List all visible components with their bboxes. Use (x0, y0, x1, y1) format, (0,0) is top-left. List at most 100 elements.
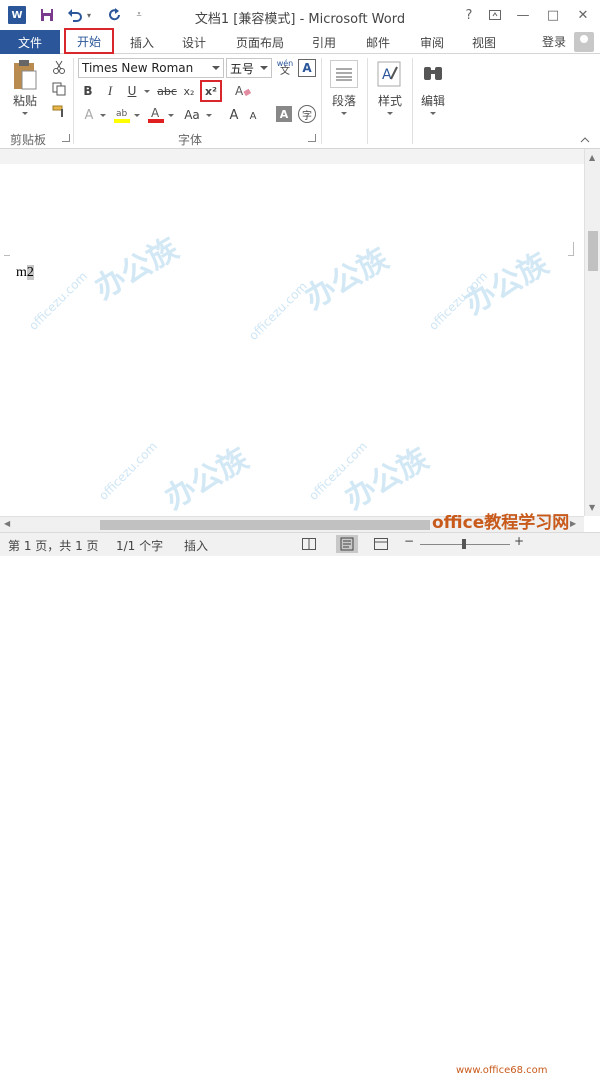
horizontal-scroll-thumb[interactable] (100, 520, 430, 530)
margin-corner-marker (568, 242, 574, 256)
text-effects-dropdown-icon[interactable] (100, 114, 106, 117)
site-watermark-name: office教程学习网 (432, 513, 570, 533)
undo-dropdown-icon[interactable]: ▾ (84, 6, 94, 24)
tab-references[interactable]: 引用 (304, 30, 344, 54)
paste-button-label[interactable]: 粘贴 (10, 92, 40, 108)
status-bar: 第 1 页，共 1 页 1/1 个字 插入 − + www.office68.c… (0, 532, 600, 1076)
word-app-icon[interactable]: W (8, 6, 26, 24)
help-button[interactable]: ? (458, 4, 480, 26)
ribbon-tab-bar: 文件 开始 插入 设计 页面布局 引用 邮件 审阅 视图 登录 (0, 28, 600, 54)
text-highlight-icon[interactable]: ab (112, 104, 132, 124)
close-button[interactable]: ✕ (572, 4, 594, 26)
format-painter-icon[interactable] (50, 102, 68, 120)
undo-icon[interactable] (66, 6, 84, 24)
highlight-dropdown-icon[interactable] (134, 114, 140, 117)
tab-page-layout[interactable]: 页面布局 (228, 30, 292, 54)
customize-qat-icon[interactable]: ⩡ (132, 6, 146, 24)
minimize-button[interactable]: — (512, 4, 534, 26)
clipboard-launcher-icon[interactable] (62, 134, 70, 142)
svg-text:ab: ab (116, 109, 128, 119)
copy-icon[interactable] (50, 80, 68, 98)
zoom-slider-thumb[interactable] (462, 539, 466, 549)
editing-dropdown-icon[interactable] (430, 112, 436, 115)
print-layout-icon[interactable] (336, 535, 358, 553)
tab-home[interactable]: 开始 (64, 28, 114, 54)
paragraph-dropdown-icon[interactable] (341, 112, 347, 115)
superscript-button[interactable]: x² (200, 80, 222, 102)
watermark-url: officezu.com (246, 279, 311, 343)
paragraph-icon[interactable] (330, 60, 358, 88)
chevron-down-icon (260, 66, 268, 70)
styles-dropdown-icon[interactable] (387, 112, 393, 115)
tab-insert[interactable]: 插入 (122, 30, 162, 54)
redo-icon[interactable] (106, 6, 124, 24)
document-canvas[interactable]: m2 办公族 officezu.com 办公族 officezu.com 办公族… (0, 164, 584, 517)
subscript-button[interactable]: x₂ (180, 82, 198, 100)
chevron-down-icon (212, 66, 220, 70)
character-shading-icon[interactable]: A (276, 106, 292, 122)
tab-file[interactable]: 文件 (0, 30, 60, 54)
styles-icon[interactable]: A (376, 60, 402, 88)
character-border-icon[interactable]: A (298, 59, 316, 77)
tab-mailings[interactable]: 邮件 (358, 30, 398, 54)
underline-button[interactable]: U (124, 82, 140, 100)
avatar[interactable] (574, 32, 594, 52)
insert-mode-status[interactable]: 插入 (184, 537, 208, 554)
vertical-scrollbar[interactable]: ▲ ▼ (584, 149, 600, 516)
enclose-characters-icon[interactable]: 字 (298, 105, 316, 123)
font-name-combo[interactable]: Times New Roman (78, 58, 224, 78)
paste-icon[interactable] (10, 58, 40, 92)
paragraph-button[interactable]: 段落 (326, 92, 362, 108)
scroll-left-icon[interactable]: ◀ (4, 519, 10, 528)
document-text-normal: m (16, 265, 27, 280)
clear-formatting-icon[interactable]: A (234, 82, 252, 100)
binoculars-icon[interactable] (420, 60, 446, 86)
cut-icon[interactable] (50, 58, 68, 76)
font-group-label: 字体 (178, 133, 203, 147)
collapse-ribbon-icon[interactable] (580, 133, 590, 146)
font-launcher-icon[interactable] (308, 134, 316, 142)
word-count-status[interactable]: 1/1 个字 (116, 537, 163, 554)
ribbon-home: 粘贴 剪贴板 Times New Roman 五号 wén 文 A B I U … (0, 54, 600, 149)
watermark-logo: 办公族 (89, 231, 185, 307)
vertical-scroll-thumb[interactable] (588, 231, 598, 271)
shrink-font-button[interactable]: A (246, 108, 260, 124)
zoom-out-button[interactable]: − (404, 534, 414, 548)
scroll-right-icon[interactable]: ▶ (570, 519, 576, 528)
font-size-combo[interactable]: 五号 (226, 58, 272, 78)
zoom-in-button[interactable]: + (514, 534, 524, 548)
font-color-icon[interactable]: A (146, 104, 166, 124)
scroll-up-icon[interactable]: ▲ (589, 153, 595, 162)
document-text[interactable]: m2 (16, 265, 34, 281)
tab-review[interactable]: 审阅 (412, 30, 452, 54)
page-count-status[interactable]: 第 1 页，共 1 页 (8, 537, 99, 554)
change-case-dropdown-icon[interactable] (206, 114, 212, 117)
underline-dropdown-icon[interactable] (144, 90, 150, 93)
grow-font-button[interactable]: A (226, 106, 242, 124)
strikethrough-button[interactable]: abc (154, 82, 180, 100)
styles-button[interactable]: 样式 (372, 92, 408, 108)
scroll-down-icon[interactable]: ▼ (589, 503, 595, 512)
watermark-url: officezu.com (96, 439, 161, 503)
maximize-button[interactable]: □ (542, 4, 564, 26)
tab-design[interactable]: 设计 (174, 30, 214, 54)
login-link[interactable]: 登录 (542, 33, 566, 50)
tab-view[interactable]: 视图 (464, 30, 504, 54)
watermark-url: officezu.com (26, 269, 91, 333)
paste-dropdown-icon[interactable] (22, 112, 28, 115)
italic-button[interactable]: I (102, 82, 118, 100)
bold-button[interactable]: B (80, 82, 96, 100)
ribbon-display-options-icon[interactable] (484, 4, 506, 26)
text-effects-icon[interactable]: A (80, 106, 98, 124)
web-layout-icon[interactable] (374, 538, 388, 553)
document-text-selected: 2 (26, 265, 34, 280)
editing-button[interactable]: 编辑 (415, 92, 451, 108)
phonetic-guide-button[interactable]: wén 文 (276, 58, 294, 78)
font-color-dropdown-icon[interactable] (168, 114, 174, 117)
read-mode-icon[interactable] (302, 538, 316, 553)
watermark-logo: 办公族 (159, 441, 255, 517)
save-icon[interactable] (38, 6, 56, 24)
group-divider (321, 58, 322, 144)
change-case-button[interactable]: Aa (180, 106, 204, 124)
svg-text:A: A (235, 84, 244, 98)
